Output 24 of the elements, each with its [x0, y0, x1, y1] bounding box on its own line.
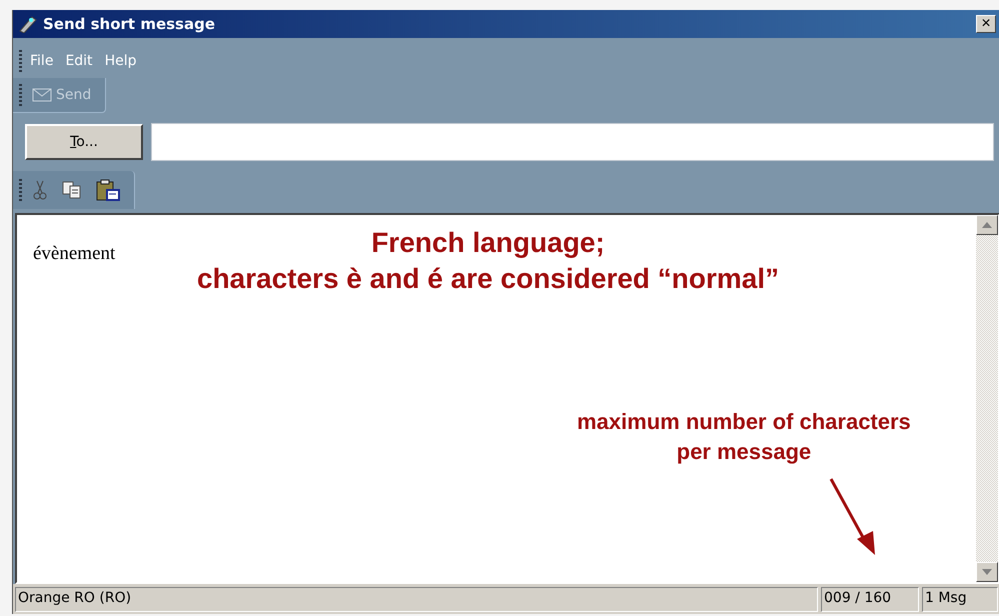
- annotation-text: maximum number of characters per message: [577, 408, 911, 466]
- operator-status: Orange RO (RO): [15, 587, 818, 612]
- window-title: Send short message: [43, 15, 216, 33]
- envelope-icon: [32, 88, 52, 102]
- annotation-text: French language; characters è and é are considered “normal”: [197, 226, 780, 296]
- character-count: 009 / 160: [821, 587, 919, 612]
- scroll-down-button[interactable]: [976, 562, 998, 582]
- scrollbar[interactable]: [976, 215, 998, 582]
- recipient-field[interactable]: [151, 123, 994, 161]
- scroll-up-button[interactable]: [976, 215, 998, 235]
- close-button[interactable]: ×: [976, 15, 996, 33]
- to-button[interactable]: To...: [25, 124, 143, 160]
- down-triangle-icon: [982, 569, 992, 575]
- menu-item[interactable]: File: [26, 53, 58, 69]
- message-text: évènement: [33, 243, 116, 264]
- copy-icon: [62, 181, 82, 199]
- message-count: 1 Msg: [922, 587, 998, 612]
- menu-item[interactable]: Help: [100, 53, 140, 69]
- cut-icon: [32, 180, 48, 200]
- message-area[interactable]: évènement French language; characters è and é are considered “normal” maximum number of characters per message: [15, 213, 999, 584]
- paste-icon: [96, 179, 120, 201]
- up-triangle-icon: [982, 222, 992, 228]
- menu-item[interactable]: Edit: [61, 53, 97, 69]
- phone-icon: [17, 15, 37, 33]
